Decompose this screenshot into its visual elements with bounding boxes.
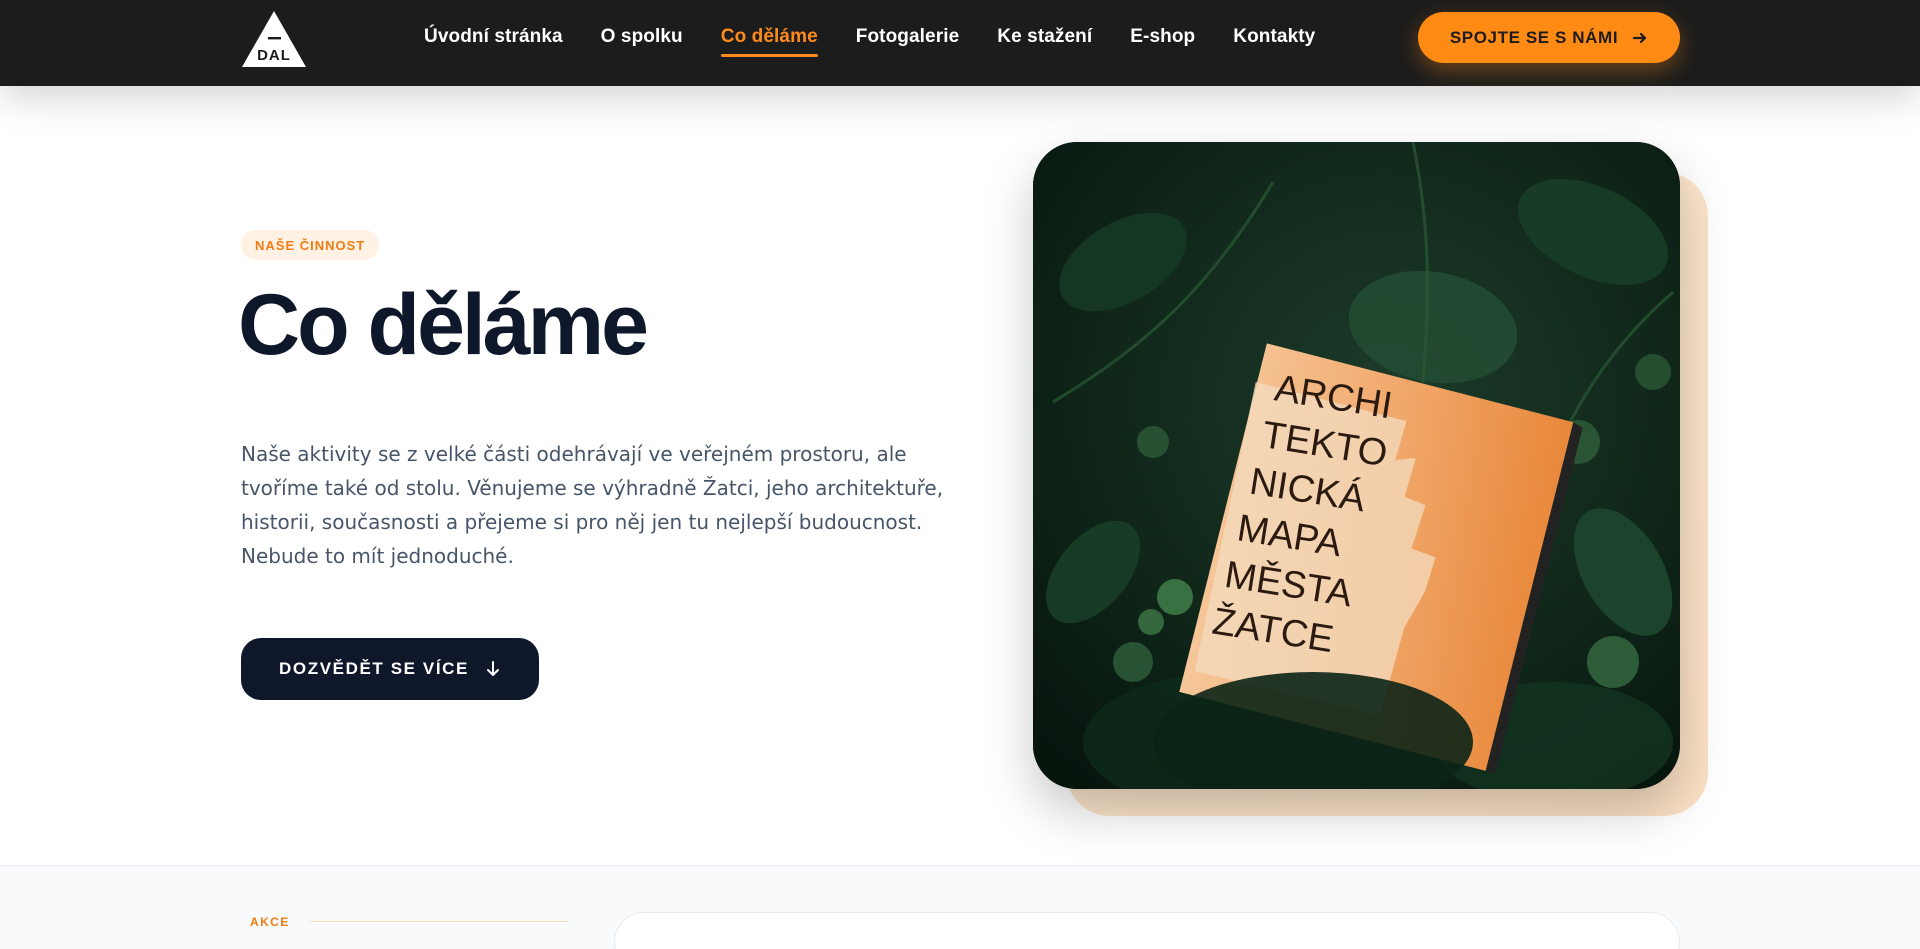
nav-item-gallery[interactable]: Fotogalerie [856,26,960,48]
nav-item-home[interactable]: Úvodní stránka [424,26,563,48]
badge-label: NAŠE ČINNOST [255,237,366,253]
learn-more-label: DOZVĚDĚT SE VÍCE [279,659,469,678]
main-nav: Úvodní stránka O spolku Co děláme Fotoga… [424,0,1315,74]
arrow-right-icon [1633,32,1647,43]
events-divider [310,921,568,922]
hero-description: Naše aktivity se z velké části odehrávaj… [241,442,944,568]
arrow-down-icon [486,661,499,676]
learn-more-button[interactable]: DOZVĚDĚT SE VÍCE [241,638,539,700]
section-badge: NAŠE ČINNOST [241,230,380,260]
events-panel [614,912,1680,949]
contact-us-label: SPOJTE SE S NÁMI [1449,27,1619,47]
logo-text: DAL [257,47,291,64]
nav-item-eshop[interactable]: E-shop [1130,26,1195,48]
hero-image: ARCHI TEKTO NICKÁ MAPA MĚSTA ŽATCE [1033,142,1680,789]
page-title: Co děláme [238,277,649,373]
dal-logo[interactable]: DAL [241,10,307,68]
site-header: DAL Úvodní stránka O spolku Co děláme Fo… [0,0,1920,86]
nav-item-contacts[interactable]: Kontakty [1233,26,1315,48]
contact-us-button[interactable]: SPOJTE SE S NÁMI [1418,12,1680,63]
nav-item-about[interactable]: O spolku [601,26,683,48]
events-label: AKCE [250,915,290,929]
nav-item-downloads[interactable]: Ke stažení [997,26,1092,48]
architecture-map-photo: ARCHI TEKTO NICKÁ MAPA MĚSTA ŽATCE [1033,142,1680,789]
nav-item-what-we-do[interactable]: Co děláme [720,26,818,57]
